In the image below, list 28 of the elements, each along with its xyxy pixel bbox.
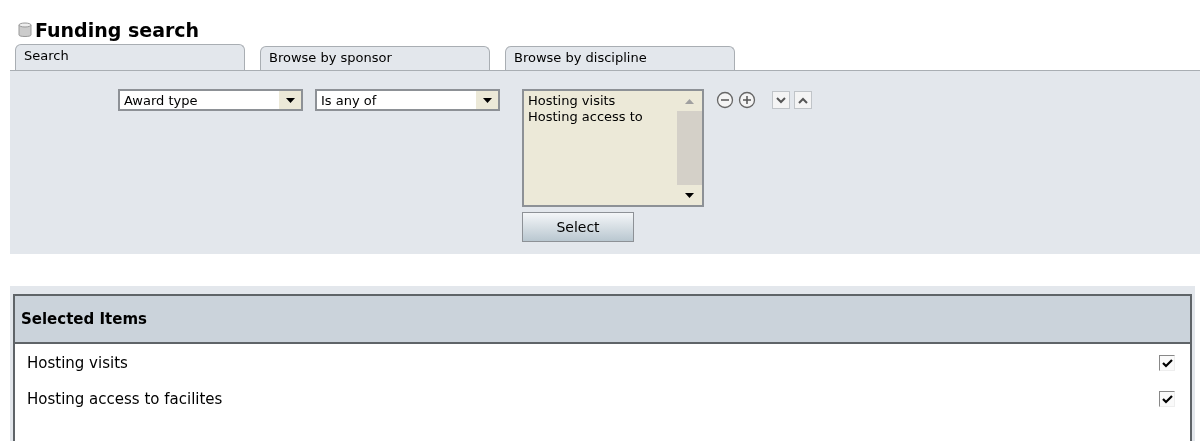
move-down-button[interactable] [772, 91, 790, 109]
checkmark-icon [1161, 394, 1173, 404]
down-triangle-icon [285, 97, 295, 103]
page-title: Funding search [35, 19, 200, 41]
chevron-up-icon [798, 96, 808, 104]
options-listbox[interactable]: Hosting visits Hosting access to [522, 89, 704, 207]
move-up-button[interactable] [794, 91, 812, 109]
minus-circle-icon[interactable] [716, 91, 734, 109]
item-label: Hosting access to facilites [27, 390, 223, 408]
up-triangle-icon [685, 98, 694, 104]
field-dropdown[interactable]: Award type [118, 89, 303, 111]
checkbox[interactable] [1159, 355, 1175, 371]
tab[interactable]: Browse by sponsor [260, 46, 490, 70]
item-label: Hosting visits [27, 354, 128, 372]
operator-dropdown[interactable]: Is any of [315, 89, 500, 111]
tab[interactable]: Browse by discipline [505, 46, 735, 70]
checkbox[interactable] [1159, 391, 1175, 407]
tab[interactable]: Search [15, 44, 245, 70]
chevron-down-icon [776, 96, 786, 104]
list-option[interactable]: Hosting visits [528, 93, 673, 109]
table-header: Selected Items [15, 296, 1190, 344]
down-triangle-icon [685, 192, 694, 198]
list-option[interactable]: Hosting access to [528, 109, 673, 125]
cylinder-icon [18, 22, 32, 38]
plus-circle-icon[interactable] [738, 91, 756, 109]
select-button[interactable]: Select [522, 212, 634, 242]
checkmark-icon [1161, 358, 1173, 368]
down-triangle-icon [482, 97, 492, 103]
